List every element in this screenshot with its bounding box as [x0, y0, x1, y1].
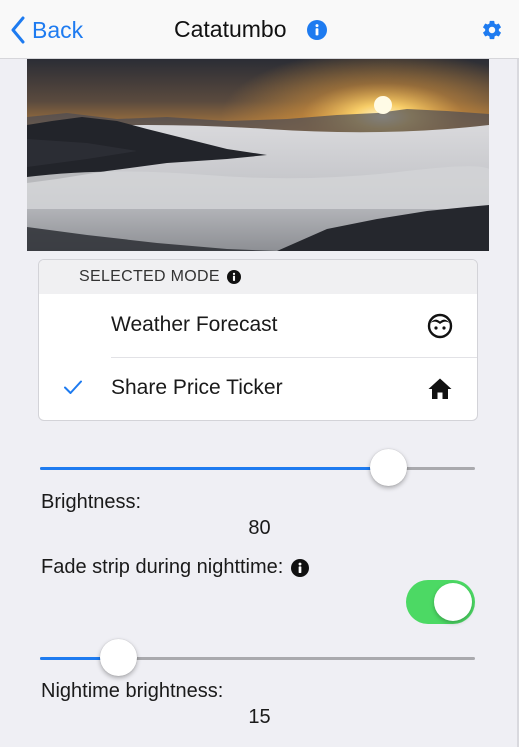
info-icon[interactable] — [226, 270, 241, 284]
fade-strip-label: Fade strip during nighttime: — [41, 556, 284, 578]
info-icon[interactable] — [307, 20, 327, 40]
brightness-value: 80 — [248, 517, 271, 539]
brightness-slider[interactable] — [40, 448, 475, 488]
night-brightness-value: 15 — [248, 706, 271, 728]
brightness-label: Brightness: — [41, 491, 142, 513]
checkmark-icon — [64, 380, 82, 394]
slider-thumb[interactable] — [370, 449, 407, 486]
mode-selector-card: SELECTED MODE Weather Forecast Share Pri… — [38, 259, 478, 421]
slider-fill — [40, 467, 388, 470]
hero-image — [27, 59, 489, 251]
chevron-left-icon — [11, 16, 25, 44]
toggle-knob — [434, 583, 472, 621]
fade-strip-label-row: Fade strip during nighttime: — [41, 556, 310, 579]
info-icon[interactable] — [291, 558, 310, 577]
sunset-landscape-image — [27, 59, 489, 251]
home-icon — [428, 378, 452, 399]
slider-thumb[interactable] — [100, 639, 137, 676]
night-brightness-slider[interactable] — [40, 638, 475, 678]
back-button[interactable]: Back — [10, 14, 83, 46]
page-title: Catatumbo — [174, 16, 287, 42]
mode-section-header: SELECTED MODE — [39, 260, 477, 294]
fade-strip-toggle[interactable] — [406, 580, 475, 624]
gear-icon[interactable] — [481, 19, 503, 41]
navigation-bar: Back Catatumbo — [0, 0, 519, 59]
back-label: Back — [32, 16, 84, 43]
mode-option-share-price-ticker[interactable]: Share Price Ticker — [39, 357, 477, 420]
face-icon — [427, 313, 453, 339]
mode-header-label: SELECTED MODE — [79, 268, 220, 285]
night-brightness-label: Nightime brightness: — [41, 680, 224, 702]
mode-option-weather-forecast[interactable]: Weather Forecast — [39, 294, 477, 358]
mode-option-label: Share Price Ticker — [111, 376, 283, 399]
mode-option-label: Weather Forecast — [111, 313, 278, 336]
